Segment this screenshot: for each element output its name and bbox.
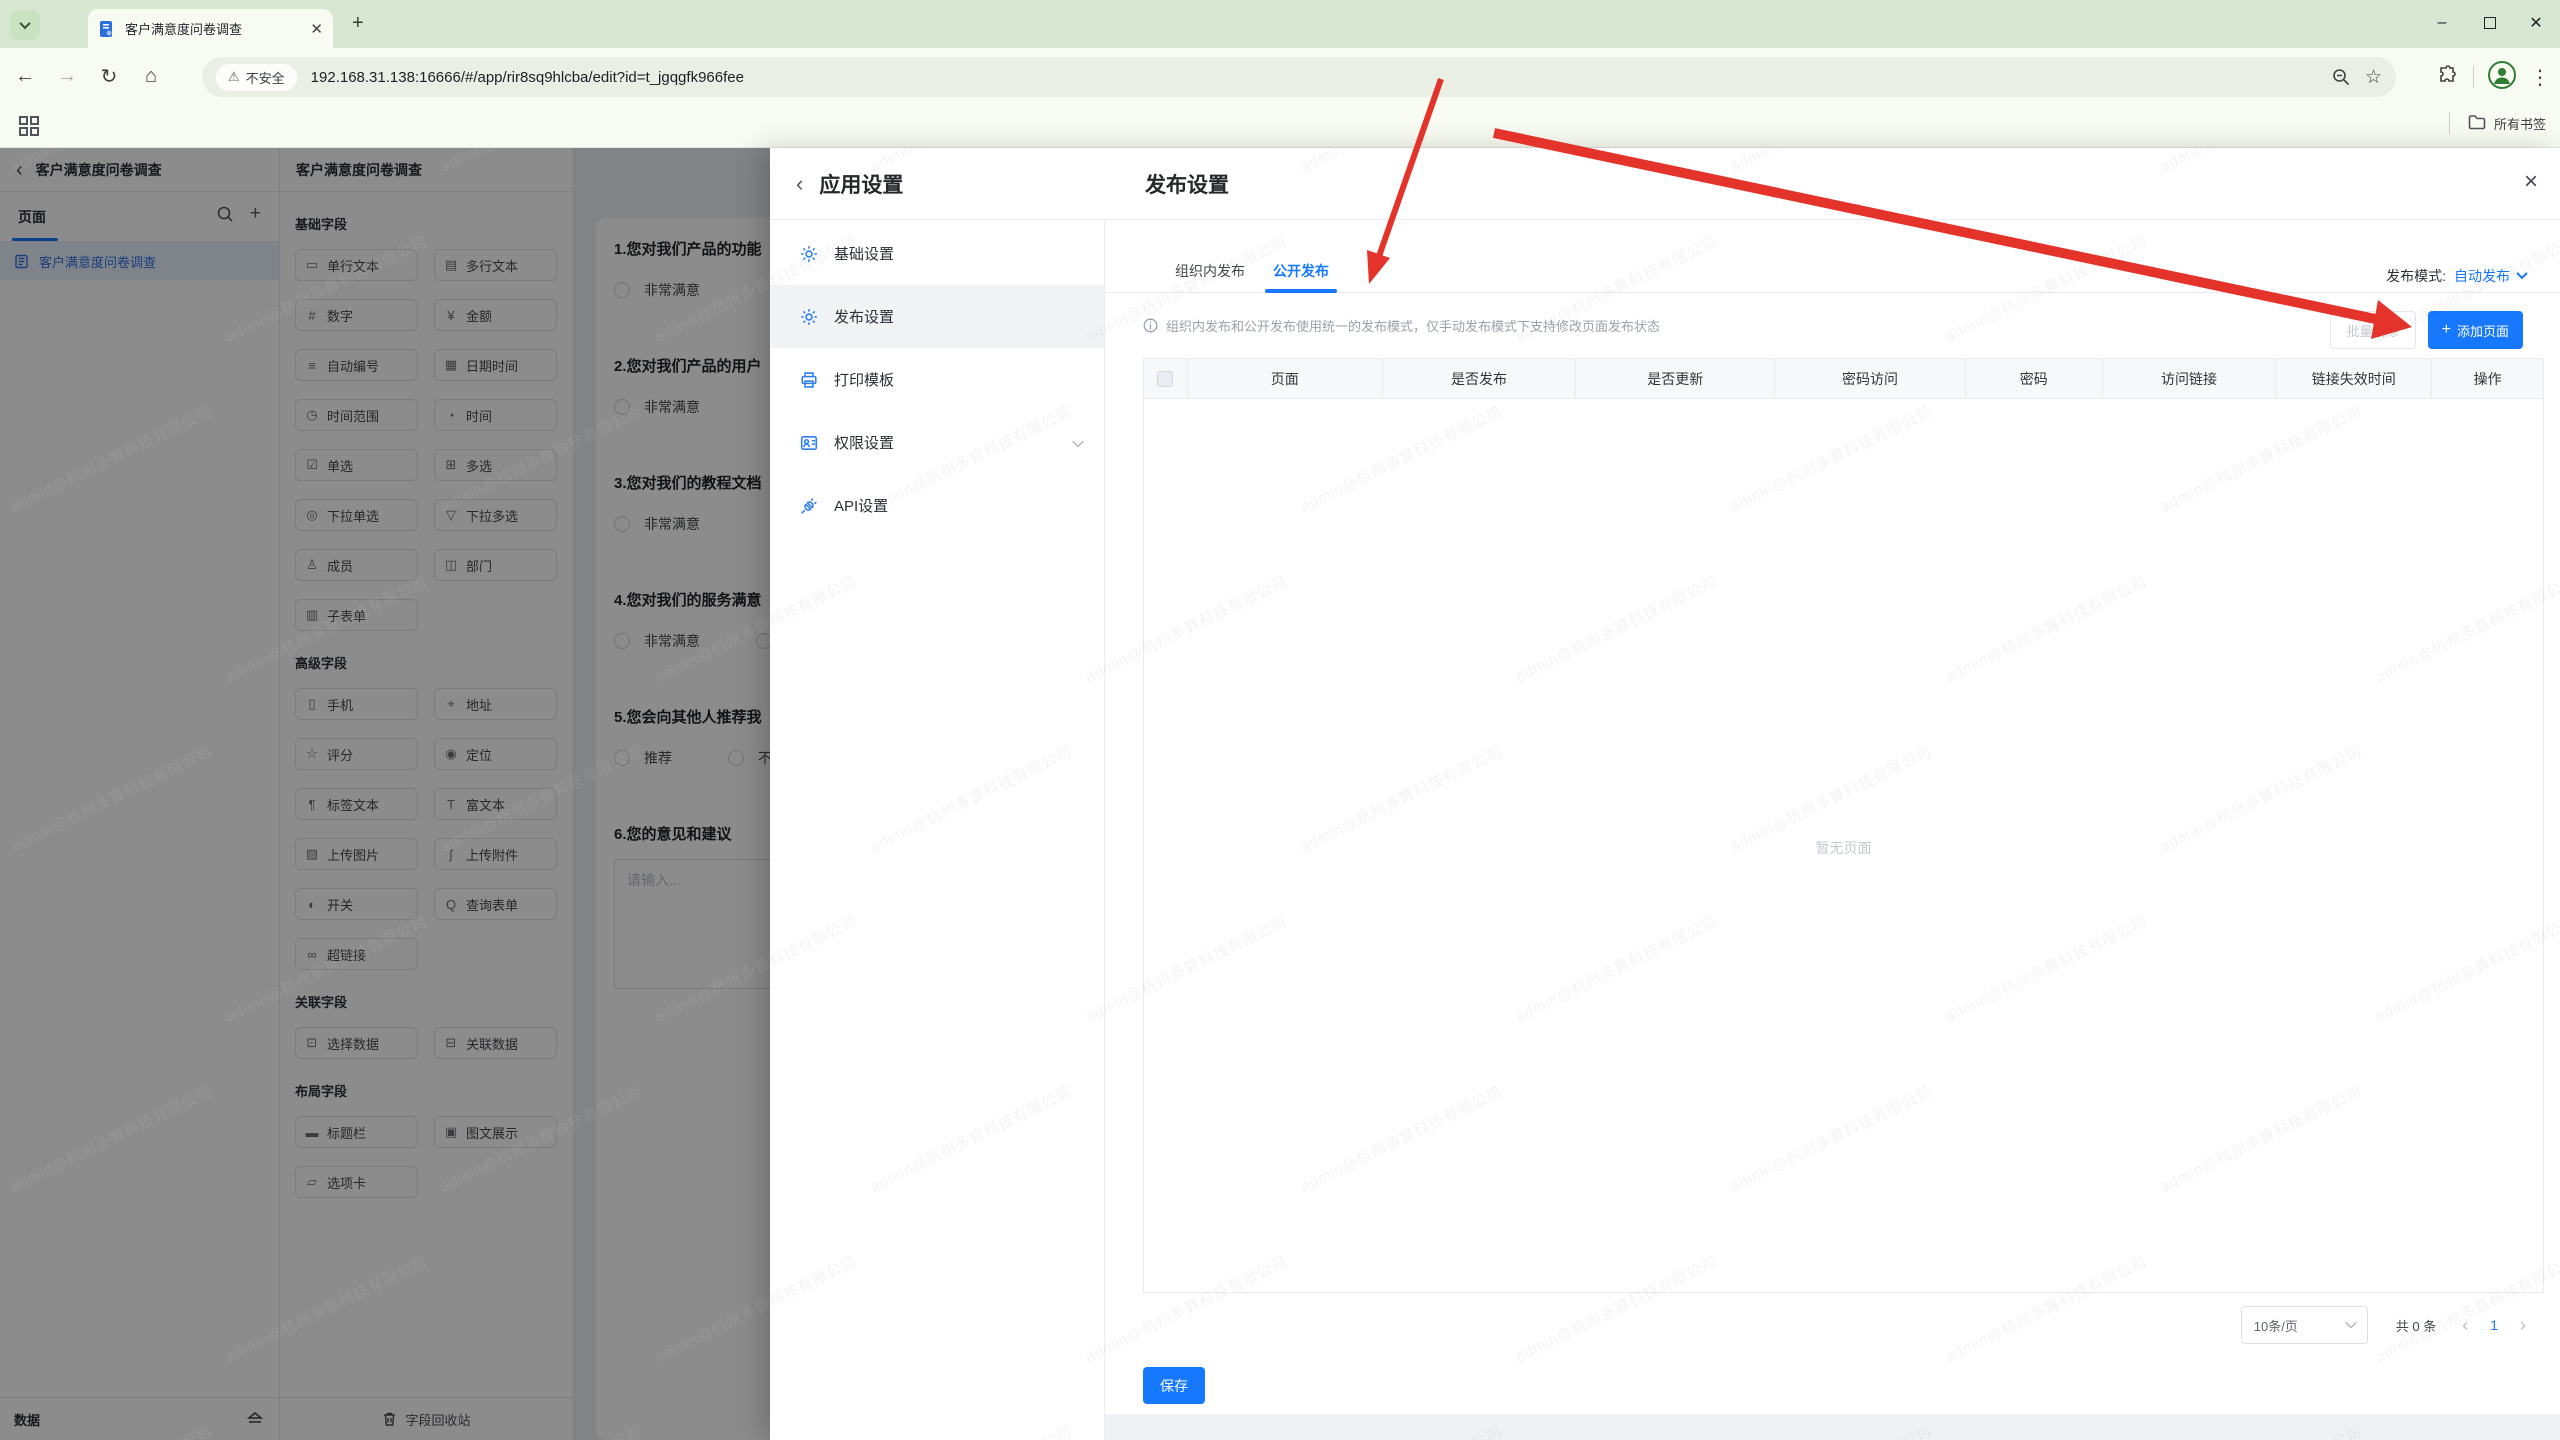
table-header-密码: 密码 <box>1966 359 2103 398</box>
bookmarks-bar <box>0 105 2560 148</box>
modal-dim-overlay <box>0 148 770 1440</box>
close-icon[interactable]: × <box>2524 170 2538 194</box>
settings-menu-item-发布设置[interactable]: 发布设置 <box>770 285 1104 348</box>
security-chip[interactable]: ⚠ 不安全 <box>216 63 297 91</box>
window-maximize-button[interactable] <box>2468 6 2512 40</box>
app-settings-drawer: ‹ 应用设置 发布设置 × 基础设置 发布设置 打印模板 权限设置 API设置 组织内发… <box>770 148 2560 1440</box>
security-label: 不安全 <box>245 70 285 86</box>
save-button[interactable]: 保存 <box>1143 1367 1205 1404</box>
batch-delete-button[interactable]: 批量删除 <box>2329 311 2416 349</box>
total-count: 共 0 条 <box>2395 1318 2437 1334</box>
chevron-down-icon <box>2345 1316 2357 1329</box>
footer-strip <box>1105 1414 2560 1440</box>
publish-mode-select[interactable]: 发布模式: 自动发布 <box>2386 266 2528 286</box>
settings-menu-item-API设置[interactable]: API设置 <box>770 474 1104 537</box>
apps-grid-icon[interactable] <box>18 115 40 142</box>
tab-org-publish[interactable]: 组织内发布 <box>1175 261 1245 281</box>
tab-close-icon[interactable]: ✕ <box>310 20 323 38</box>
publish-mode-value: 自动发布 <box>2454 268 2510 284</box>
info-icon <box>1143 318 1158 333</box>
tab-public-publish[interactable]: 公开发布 <box>1273 261 1329 281</box>
settings-menu-item-基础设置[interactable]: 基础设置 <box>770 222 1104 285</box>
settings-menu: 基础设置 发布设置 打印模板 权限设置 API设置 <box>770 220 1105 1440</box>
publish-mode-label: 发布模式: <box>2386 268 2446 284</box>
bookmarks-divider <box>2448 112 2450 134</box>
tab-search-button[interactable] <box>10 10 40 40</box>
screen: 客户满意度问卷调查 ✕ + – ✕ ← → ↻ ⌂ ⚠ 不安全 192.168.3… <box>0 0 2560 1440</box>
browser-tab[interactable]: 客户满意度问卷调查 ✕ <box>88 9 333 48</box>
settings-menu-item-打印模板[interactable]: 打印模板 <box>770 348 1104 411</box>
panel-title: 发布设置 <box>1145 173 1229 197</box>
next-page-icon[interactable]: › <box>2520 1315 2526 1336</box>
pagination: 10条/页 共 0 条 ‹ 1 › <box>2240 1306 2526 1344</box>
table-header-链接失效时间: 链接失效时间 <box>2276 359 2433 398</box>
reload-icon[interactable]: ↻ <box>92 60 126 94</box>
chevron-down-icon <box>1072 434 1084 452</box>
current-page[interactable]: 1 <box>2490 1317 2498 1333</box>
back-icon[interactable]: ← <box>8 60 42 94</box>
permission-icon <box>800 434 818 452</box>
app-window: ‹ 客户满意度问卷调查 页面 + 客户满意度问卷调查 数据 客户满意度问卷调查 … <box>0 148 2560 1440</box>
extensions-icon[interactable] <box>2437 64 2459 91</box>
folder-icon <box>2468 114 2486 133</box>
tab-favicon <box>100 20 112 37</box>
select-all-checkbox[interactable] <box>1144 359 1188 398</box>
drawer-back-chevron-icon[interactable]: ‹ <box>796 171 803 197</box>
api-icon <box>800 497 818 515</box>
drawer-title: 应用设置 <box>819 173 904 197</box>
printer-icon <box>800 371 818 389</box>
add-page-button[interactable]: + 添加页面 <box>2427 311 2523 349</box>
settings-menu-item-权限设置[interactable]: 权限设置 <box>770 411 1104 474</box>
pages-table: 页面 是否发布 是否更新 密码访问 密码 访问链接 链接失效时间 操作 <box>1143 358 2544 1293</box>
table-header-密码访问: 密码访问 <box>1775 359 1966 398</box>
toolbar-divider <box>2473 66 2474 88</box>
table-header-页面: 页面 <box>1188 359 1383 398</box>
new-tab-button[interactable]: + <box>352 12 364 35</box>
address-bar[interactable]: ⚠ 不安全 192.168.31.138:16666/#/app/rir8sq9h… <box>202 57 2396 97</box>
browser-menu-icon[interactable]: ⋮ <box>2530 65 2550 90</box>
chevron-down-icon <box>19 17 31 30</box>
table-header-是否发布: 是否发布 <box>1383 359 1577 398</box>
all-bookmarks-label[interactable]: 所有书签 <box>2494 114 2546 133</box>
window-close-button[interactable]: ✕ <box>2514 6 2558 40</box>
empty-state-text: 暂无页面 <box>1815 840 1872 856</box>
home-icon[interactable]: ⌂ <box>134 60 168 94</box>
active-publish-tab-underline <box>1265 289 1337 293</box>
warning-icon: ⚠ <box>228 69 240 84</box>
zoom-out-icon[interactable] <box>2331 67 2351 87</box>
gear-icon <box>800 308 818 326</box>
bookmark-star-icon[interactable]: ☆ <box>2365 66 2382 89</box>
table-header-操作: 操作 <box>2473 370 2502 387</box>
plus-icon: + <box>2441 321 2451 338</box>
profile-avatar[interactable] <box>2488 60 2516 94</box>
page-size-select[interactable]: 10条/页 <box>2240 1306 2368 1344</box>
chevron-down-icon <box>2516 267 2528 279</box>
prev-page-icon[interactable]: ‹ <box>2462 1315 2468 1336</box>
publish-settings-panel: 组织内发布 公开发布 发布模式: 自动发布 组织内发布和公开发布使用统一的发布模… <box>1105 220 2560 1440</box>
gear-icon <box>800 245 818 263</box>
table-header-是否更新: 是否更新 <box>1576 359 1776 398</box>
publish-info-text: 组织内发布和公开发布使用统一的发布模式，仅手动发布模式下支持修改页面发布状态 <box>1166 319 1661 334</box>
url-text: 192.168.31.138:16666/#/app/rir8sq9hlcba/… <box>310 68 744 86</box>
forward-icon[interactable]: → <box>50 60 84 94</box>
table-header-访问链接: 访问链接 <box>2103 359 2277 398</box>
publish-tabs: 组织内发布 公开发布 <box>1105 220 2560 293</box>
window-minimize-button[interactable]: – <box>2420 6 2464 40</box>
browser-tab-bar: 客户满意度问卷调查 ✕ + – ✕ <box>0 0 2560 48</box>
tab-title: 客户满意度问卷调查 <box>125 22 243 37</box>
